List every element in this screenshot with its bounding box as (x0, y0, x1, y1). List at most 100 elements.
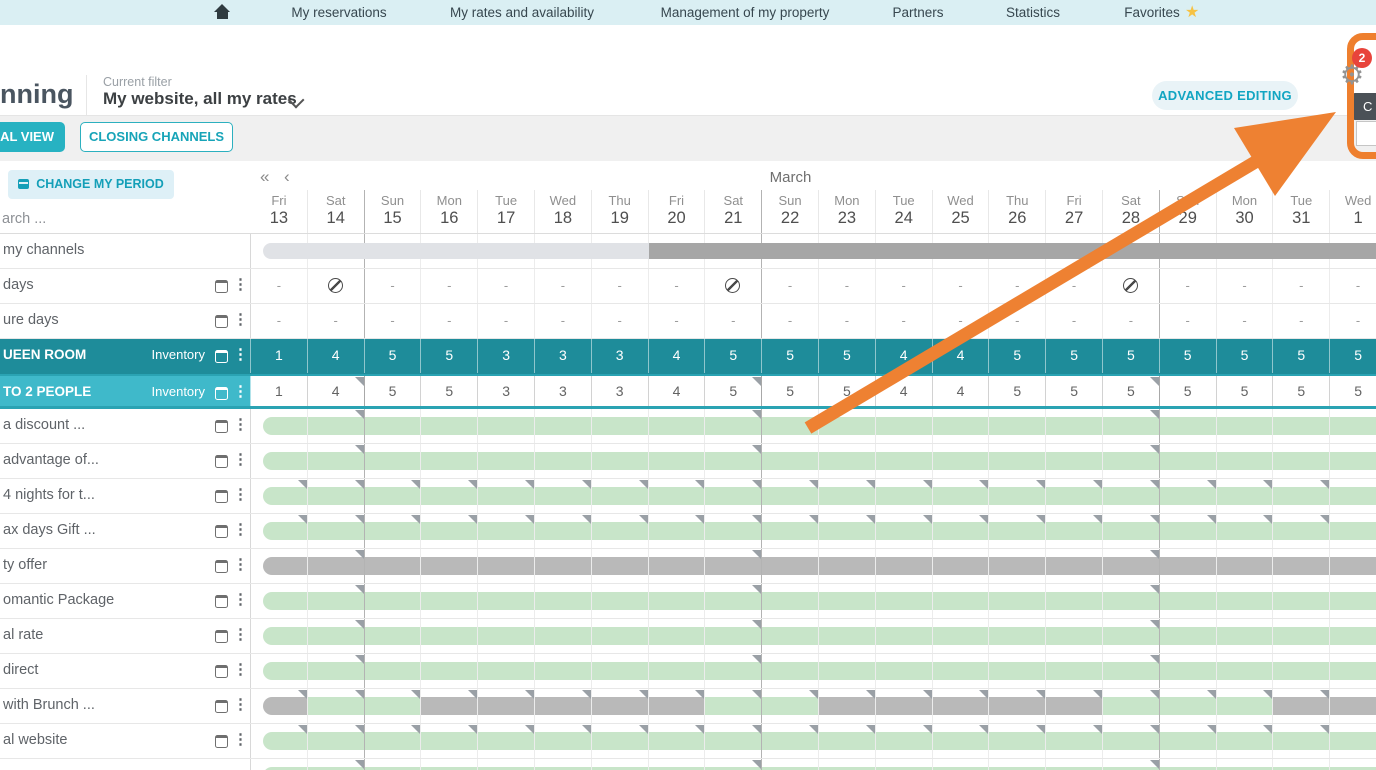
search-input[interactable]: arch ... (2, 211, 46, 227)
grid-cell[interactable] (421, 444, 479, 478)
grid-cell[interactable]: - (876, 269, 933, 303)
rate-availability-bar[interactable] (1330, 627, 1376, 645)
rate-availability-bar[interactable] (307, 522, 364, 540)
grid-cell[interactable] (932, 409, 990, 443)
closing-channels-button[interactable]: CLOSING CHANNELS (80, 122, 233, 152)
kebab-menu-icon[interactable]: ⋮ (233, 689, 248, 721)
nav-item-statistics[interactable]: Statistics (1006, 0, 1060, 25)
grid-cell[interactable] (989, 654, 1047, 688)
day-header[interactable]: Thu 26 (989, 190, 1047, 233)
rate-availability-bar[interactable] (1273, 697, 1330, 715)
grid-cell[interactable] (762, 444, 819, 478)
grid-cell[interactable] (819, 619, 876, 653)
day-header[interactable]: Wed 1 (1330, 190, 1376, 233)
grid-cell[interactable] (1216, 619, 1274, 653)
rate-availability-bar[interactable] (989, 522, 1046, 540)
grid-cell[interactable]: 4 (876, 339, 933, 373)
grid-cell[interactable]: - (989, 269, 1047, 303)
rate-availability-bar[interactable] (591, 732, 648, 750)
rate-availability-bar[interactable] (364, 522, 421, 540)
rate-availability-bar[interactable] (932, 452, 989, 470)
rate-availability-bar[interactable] (307, 417, 364, 435)
rate-availability-bar[interactable] (819, 697, 875, 715)
rate-availability-bar[interactable] (1103, 697, 1159, 715)
grid-cell[interactable]: - (933, 304, 990, 338)
grid-cell[interactable] (648, 619, 706, 653)
grid-cell[interactable]: 4 (933, 339, 990, 373)
grid-cell[interactable] (819, 584, 876, 618)
day-header[interactable]: Sat 14 (308, 190, 365, 233)
channel-availability-bar[interactable] (263, 243, 649, 259)
grid-cell[interactable]: - (1160, 304, 1217, 338)
rate-availability-bar[interactable] (762, 697, 818, 715)
rate-availability-bar[interactable] (1273, 627, 1330, 645)
grid-cell[interactable]: 5 (1103, 339, 1160, 373)
grid-cell[interactable]: 5 (819, 376, 876, 406)
grid-cell[interactable] (364, 444, 422, 478)
rate-availability-bar[interactable] (263, 452, 307, 470)
rate-availability-bar[interactable] (364, 662, 421, 680)
rate-availability-bar[interactable] (1046, 592, 1102, 610)
rate-availability-bar[interactable] (762, 487, 818, 505)
grid-cell[interactable] (591, 619, 649, 653)
grid-cell[interactable] (932, 444, 990, 478)
day-header[interactable]: Fri 13 (251, 190, 308, 233)
grid-cell[interactable]: - (592, 269, 649, 303)
nav-item-management-of-my-property[interactable]: Management of my property (661, 0, 830, 25)
grid-cell[interactable] (478, 549, 535, 583)
rate-availability-bar[interactable] (1046, 697, 1102, 715)
rate-availability-bar[interactable] (478, 557, 534, 575)
grid-cell[interactable] (1273, 619, 1331, 653)
grid-cell[interactable] (762, 619, 819, 653)
rate-availability-bar[interactable] (263, 697, 307, 715)
grid-cell[interactable]: 5 (1046, 376, 1103, 406)
grid-cell[interactable] (364, 549, 422, 583)
grid-cell[interactable] (989, 619, 1047, 653)
grid-cell[interactable]: 5 (1330, 339, 1376, 373)
rate-availability-bar[interactable] (989, 557, 1046, 575)
rate-availability-bar[interactable] (364, 557, 421, 575)
grid-cell[interactable] (535, 619, 592, 653)
rate-availability-bar[interactable] (591, 522, 648, 540)
rate-availability-bar[interactable] (648, 592, 705, 610)
grid-cell[interactable]: - (819, 304, 876, 338)
grid-cell[interactable] (875, 654, 933, 688)
rate-availability-bar[interactable] (1216, 452, 1273, 470)
grid-cell[interactable]: - (592, 304, 649, 338)
rate-availability-bar[interactable] (478, 592, 534, 610)
grid-cell[interactable]: 3 (535, 376, 592, 406)
grid-cell[interactable] (648, 549, 706, 583)
grid-cell[interactable] (819, 549, 876, 583)
grid-cell[interactable]: 5 (1217, 376, 1274, 406)
grid-cell[interactable] (308, 269, 365, 303)
kebab-menu-icon[interactable]: ⋮ (233, 339, 248, 371)
rate-availability-bar[interactable] (591, 662, 648, 680)
rate-availability-bar[interactable] (1330, 487, 1376, 505)
grid-cell[interactable]: - (705, 304, 763, 338)
grid-cell[interactable] (1159, 619, 1217, 653)
grid-cell[interactable] (421, 409, 479, 443)
kebab-menu-icon[interactable]: ⋮ (233, 444, 248, 476)
rate-availability-bar[interactable] (819, 592, 875, 610)
grid-cell[interactable] (1159, 444, 1217, 478)
rate-availability-bar[interactable] (591, 452, 648, 470)
rate-availability-bar[interactable] (478, 627, 534, 645)
grid-cell[interactable]: - (1217, 304, 1274, 338)
grid-cell[interactable] (1216, 409, 1274, 443)
grid-cell[interactable]: - (1217, 269, 1274, 303)
nav-item-partners[interactable]: Partners (892, 0, 943, 25)
kebab-menu-icon[interactable]: ⋮ (233, 409, 248, 441)
rate-availability-bar[interactable] (1330, 662, 1376, 680)
rate-availability-bar[interactable] (762, 417, 818, 435)
rate-availability-bar[interactable] (1046, 452, 1102, 470)
grid-cell[interactable] (1330, 549, 1376, 583)
grid-cell[interactable] (1216, 654, 1274, 688)
rate-availability-bar[interactable] (1216, 417, 1273, 435)
rate-availability-bar[interactable] (263, 732, 307, 750)
grid-cell[interactable] (591, 584, 649, 618)
grid-cell[interactable] (1216, 444, 1274, 478)
grid-cell[interactable] (535, 759, 592, 770)
rate-availability-bar[interactable] (1216, 487, 1273, 505)
rate-availability-bar[interactable] (932, 592, 989, 610)
grid-cell[interactable]: - (478, 269, 535, 303)
